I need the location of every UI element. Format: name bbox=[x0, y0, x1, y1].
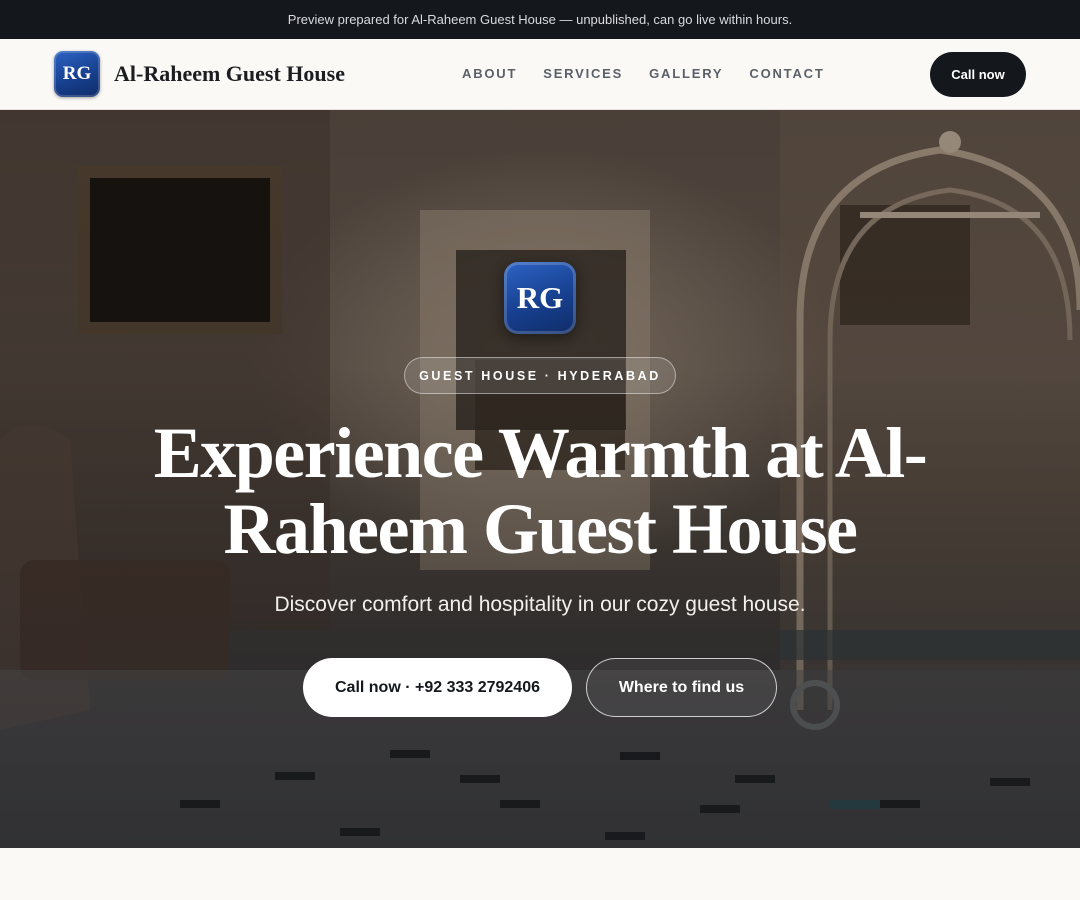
nav-about[interactable]: ABOUT bbox=[462, 66, 517, 81]
hero-location-button[interactable]: Where to find us bbox=[586, 658, 777, 717]
hero-logo-initials: RG bbox=[516, 280, 564, 315]
nav-services[interactable]: SERVICES bbox=[543, 66, 623, 81]
hero-title: Experience Warmth at Al-Raheem Guest Hou… bbox=[153, 413, 928, 569]
main-nav: ABOUT SERVICES GALLERY CONTACT bbox=[462, 66, 851, 81]
logo-initials: RG bbox=[62, 63, 92, 84]
site-header: RG Al-Raheem Guest House ABOUT SERVICES … bbox=[0, 39, 1080, 110]
logo-badge[interactable]: RG bbox=[54, 51, 100, 97]
announcement-text: Preview prepared for Al-Raheem Guest Hou… bbox=[287, 12, 793, 27]
hero-section: RG GUEST HOUSE · HYDERABAD Experience Wa… bbox=[0, 110, 1080, 848]
hero-call-button[interactable]: Call now · +92 333 2792406 bbox=[303, 658, 572, 717]
hero-logo-badge: RG bbox=[504, 262, 576, 334]
hero-eyebrow-text: GUEST HOUSE · HYDERABAD bbox=[419, 368, 661, 383]
hero-eyebrow-badge: GUEST HOUSE · HYDERABAD bbox=[404, 357, 676, 394]
nav-gallery[interactable]: GALLERY bbox=[649, 66, 723, 81]
announcement-bar: Preview prepared for Al-Raheem Guest Hou… bbox=[0, 0, 1080, 39]
brand-name[interactable]: Al-Raheem Guest House bbox=[114, 61, 345, 87]
hero-subtitle: Discover comfort and hospitality in our … bbox=[274, 593, 806, 616]
header-call-button[interactable]: Call now bbox=[930, 52, 1026, 97]
nav-contact[interactable]: CONTACT bbox=[749, 66, 824, 81]
